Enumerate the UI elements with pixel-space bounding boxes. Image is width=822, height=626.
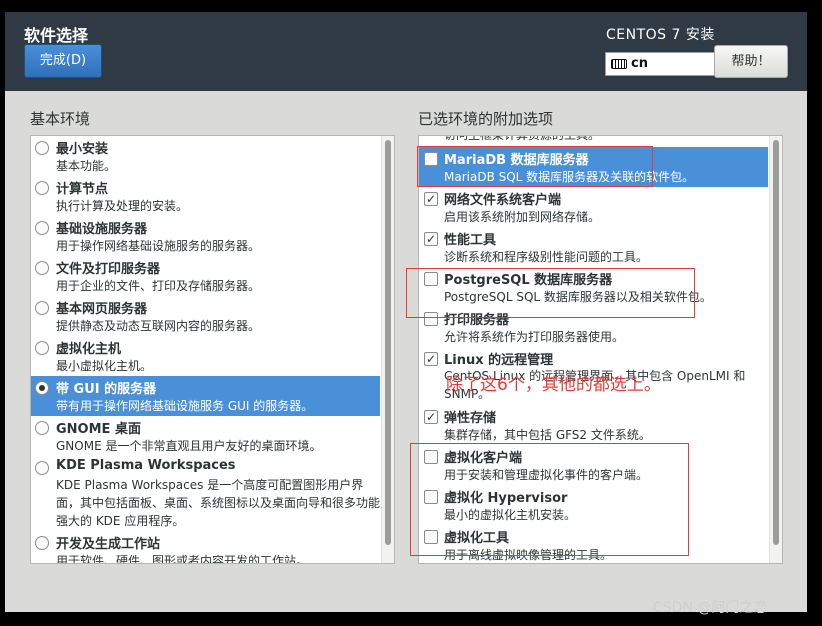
env-name: 虚拟化主机	[56, 342, 122, 357]
env-item[interactable]: 最小安装 基本功能。	[31, 136, 380, 176]
radio-button[interactable]	[35, 421, 49, 435]
keyboard-icon	[611, 59, 627, 69]
addon-scrollbar[interactable]	[769, 136, 782, 563]
watermark: CSDN @阿门之恋	[653, 600, 768, 616]
highlight-box-postgresql	[406, 268, 695, 318]
env-name: 计算节点	[56, 182, 109, 197]
env-item[interactable]: KDE Plasma Workspaces KDE Plasma Workspac…	[31, 456, 380, 532]
radio-button[interactable]	[35, 461, 49, 475]
addon-desc-partial: 访问主框架计算资源的工具。	[444, 135, 601, 142]
scrollbar-thumb[interactable]	[385, 140, 391, 545]
env-desc: KDE Plasma Workspaces 是一个高度可配置图形用户界面，其中包…	[56, 478, 381, 528]
addon-item[interactable]: ✓ 网络文件系统客户端启用该系统附加到网络存储。	[419, 187, 768, 227]
env-item[interactable]: 基础设施服务器用于操作网络基础设施服务的服务器。	[31, 216, 380, 256]
env-name: 带 GUI 的服务器	[56, 382, 157, 397]
radio-button[interactable]	[35, 261, 49, 275]
radio-button[interactable]	[35, 221, 49, 235]
addon-desc: 启用该系统附加到网络存储。	[444, 210, 601, 224]
help-button[interactable]: 帮助！	[714, 45, 788, 78]
installer-window: 软件选择 完成(D) CENTOS 7 安装 cn 帮助！ 基本环境 已选环境的…	[5, 12, 807, 612]
scrollbar-thumb[interactable]	[773, 140, 779, 545]
env-name: 开发及生成工作站	[56, 537, 161, 552]
checkbox-checked[interactable]: ✓	[424, 352, 438, 366]
env-name: 基础设施服务器	[56, 222, 148, 237]
install-title: CENTOS 7 安装	[606, 27, 715, 43]
addon-desc: 允许将系统作为打印服务器使用。	[444, 330, 625, 344]
env-desc: 用于操作网络基础设施服务的服务器。	[56, 239, 261, 253]
env-name: GNOME 桌面	[56, 422, 141, 437]
annotation-note: 除了这6个，其他的都选上。	[446, 375, 661, 395]
addon-name: Linux 的远程管理	[444, 353, 554, 368]
highlight-box-virtualization	[410, 443, 689, 556]
env-name: KDE Plasma Workspaces	[56, 458, 236, 473]
radio-button[interactable]	[35, 341, 49, 355]
highlight-box-mariadb	[417, 146, 653, 187]
env-desc: 最小虚拟化主机。	[56, 359, 153, 373]
addon-desc: 诊断系统和程序级别性能问题的工具。	[444, 250, 649, 264]
addon-item[interactable]: ✓ 弹性存储集群存储，其中包括 GFS2 文件系统。	[419, 405, 768, 445]
env-item[interactable]: 文件及打印服务器用于企业的文件、打印及存储服务器。	[31, 256, 380, 296]
env-item[interactable]: 计算节点执行计算及处理的安装。	[31, 176, 380, 216]
env-item[interactable]: GNOME 桌面 GNOME 是一个非常直观且用户友好的桌面环境。	[31, 416, 380, 456]
env-desc: GNOME 是一个非常直观且用户友好的桌面环境。	[56, 439, 322, 453]
env-desc: 基本功能。	[56, 159, 117, 173]
env-desc: 用于企业的文件、打印及存储服务器。	[56, 279, 261, 293]
radio-button[interactable]	[35, 536, 49, 550]
radio-button[interactable]	[35, 301, 49, 315]
addon-name: 性能工具	[444, 233, 497, 248]
env-item[interactable]: 虚拟化主机最小虚拟化主机。	[31, 336, 380, 376]
radio-button[interactable]	[35, 141, 49, 155]
env-item[interactable]: 开发及生成工作站用于软件、硬件、图形或者内容开发的工作站。	[31, 531, 380, 564]
environment-list[interactable]: 最小安装基本功能。 计算节点执行计算及处理的安装。 基础设施服务器用于操作网络基…	[30, 135, 395, 564]
keyboard-layout-indicator[interactable]: cn	[605, 52, 715, 76]
env-name: 基本网页服务器	[56, 302, 148, 317]
addons-heading: 已选环境的附加选项	[418, 110, 554, 128]
addon-desc: 集群存储，其中包括 GFS2 文件系统。	[444, 428, 651, 442]
keyboard-layout-value: cn	[631, 56, 648, 71]
env-desc: 带有用于操作网络基础设施服务 GUI 的服务器。	[56, 399, 314, 413]
env-item-selected[interactable]: 带 GUI 的服务器带有用于操作网络基础设施服务 GUI 的服务器。	[31, 376, 380, 416]
addon-item[interactable]: ✓ 性能工具诊断系统和程序级别性能问题的工具。	[419, 227, 768, 267]
env-name: 文件及打印服务器	[56, 262, 161, 277]
radio-button[interactable]	[35, 181, 49, 195]
env-item[interactable]: 基本网页服务器提供静态及动态互联网内容的服务器。	[31, 296, 380, 336]
env-desc: 提供静态及动态互联网内容的服务器。	[56, 319, 261, 333]
header-bar: 软件选择 完成(D) CENTOS 7 安装 cn 帮助！	[5, 12, 807, 91]
radio-button-selected[interactable]	[35, 381, 49, 395]
page-title: 软件选择	[24, 26, 89, 45]
env-desc: 用于软件、硬件、图形或者内容开发的工作站。	[56, 554, 309, 564]
checkbox-checked[interactable]: ✓	[424, 192, 438, 206]
checkbox-checked[interactable]: ✓	[424, 232, 438, 246]
addon-name: 网络文件系统客户端	[444, 193, 562, 208]
addon-name: 弹性存储	[444, 411, 497, 426]
base-environment-heading: 基本环境	[30, 110, 91, 128]
env-scrollbar[interactable]	[381, 136, 394, 563]
checkbox-checked[interactable]: ✓	[424, 410, 438, 424]
env-name: 最小安装	[56, 142, 109, 157]
env-desc: 执行计算及处理的安装。	[56, 199, 189, 213]
done-button[interactable]: 完成(D)	[24, 44, 102, 78]
